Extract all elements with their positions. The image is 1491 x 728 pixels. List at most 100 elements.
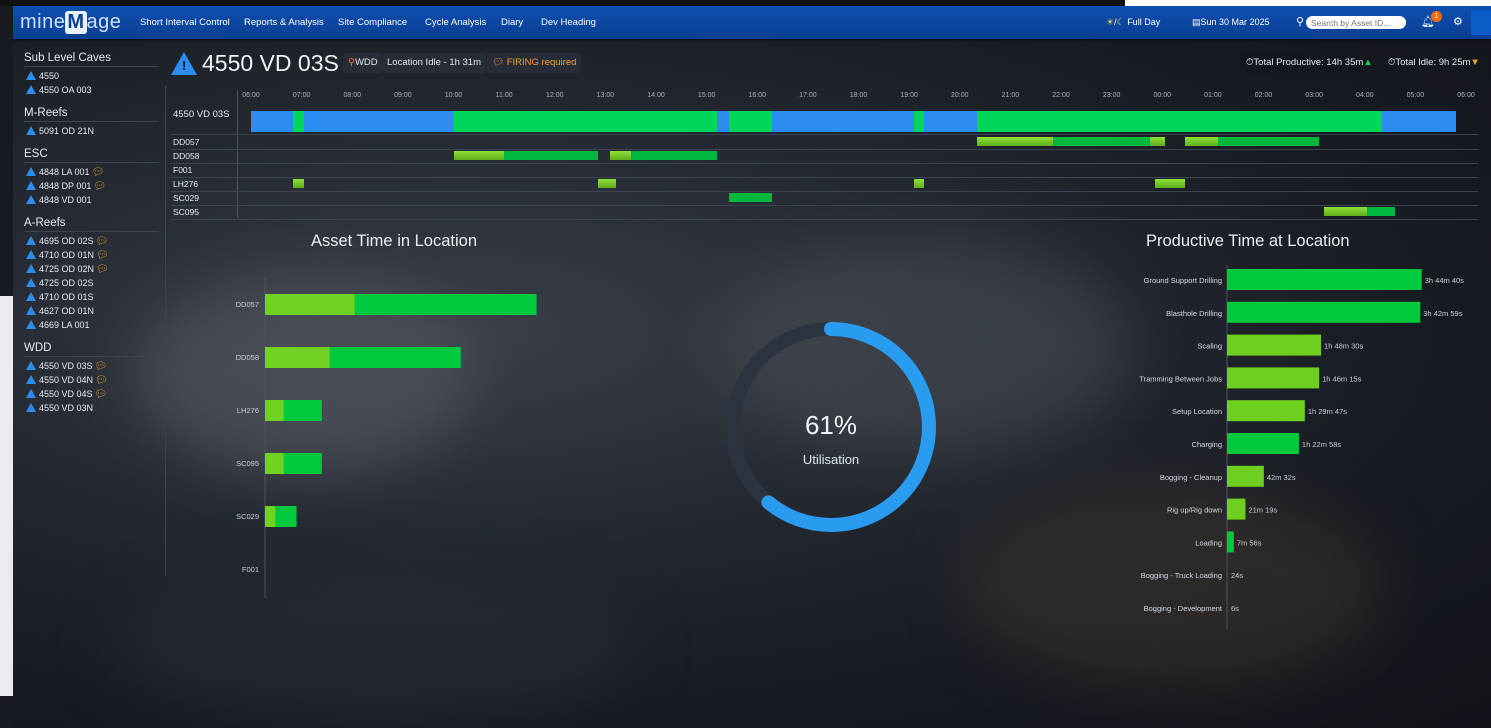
nav-short-interval-control[interactable]: Short Interval Control <box>140 17 230 28</box>
gantt-segment[interactable] <box>1367 207 1396 216</box>
gantt-segment[interactable] <box>772 111 915 132</box>
time-tick-label: 20:00 <box>950 92 969 99</box>
nav-cycle-analysis[interactable]: Cycle Analysis <box>425 17 486 28</box>
gantt-segment[interactable] <box>453 111 717 132</box>
activity-bar[interactable] <box>1227 367 1320 389</box>
sidebar-item[interactable]: 4669 LA 001 <box>26 318 163 332</box>
activity-bar[interactable] <box>1227 269 1422 290</box>
gantt-segment[interactable] <box>1185 137 1218 146</box>
app-logo[interactable]: mine Mage <box>20 11 121 34</box>
gantt-segment[interactable] <box>716 111 730 132</box>
gantt-segment[interactable] <box>630 151 717 160</box>
activity-bar[interactable] <box>1227 334 1322 356</box>
nav-dev-heading[interactable]: Dev Heading <box>541 17 596 28</box>
gantt-segment[interactable] <box>293 111 305 132</box>
warning-icon <box>26 181 36 190</box>
sidebar-item[interactable]: 4550 VD 04N 💬︎ <box>26 373 163 387</box>
gantt-segment[interactable] <box>977 137 1054 146</box>
sidebar-item-label: 4550 <box>39 71 60 81</box>
sidebar-item-label: 4848 DP 001 <box>39 181 92 191</box>
sidebar-item[interactable]: 4550 VD 04S 💬︎ <box>26 387 163 401</box>
sidebar-item[interactable]: 4550 OA 003 <box>26 83 163 97</box>
asset-category-label: DD057 <box>236 300 259 309</box>
firing-required-chip[interactable]: 💬︎ FIRING required <box>487 53 582 73</box>
settings-icon[interactable]: ⚙ <box>1453 15 1463 28</box>
gantt-segment[interactable] <box>729 111 773 132</box>
date-selector[interactable]: ▤Sun 30 Mar 2025 <box>1192 17 1270 28</box>
sidebar-item[interactable]: 4848 DP 001 💬︎ <box>26 179 163 193</box>
gantt-segment[interactable] <box>924 111 978 132</box>
activity-bar[interactable] <box>1227 498 1246 520</box>
time-tick-label: 03:00 <box>1305 92 1323 99</box>
sidebar-item[interactable]: 4550 VD 03S 💬︎ <box>26 359 163 373</box>
location-tag-chip[interactable]: ⚲WDD <box>343 53 383 73</box>
time-tick-label: 19:00 <box>900 92 918 99</box>
sidebar-item[interactable]: 4848 LA 001 💬︎ <box>26 165 163 179</box>
activity-bar[interactable] <box>1227 301 1421 323</box>
gantt-segment[interactable] <box>1217 137 1320 146</box>
gantt-segment[interactable] <box>597 179 616 188</box>
time-tick-label: 11:00 <box>495 92 513 99</box>
activity-value-label: 7m 56s <box>1237 538 1262 547</box>
warning-icon <box>26 126 36 135</box>
sidebar-item[interactable]: 4550 VD 03N <box>26 401 163 415</box>
gantt-segment[interactable] <box>1382 111 1456 132</box>
activity-value-label: 3h 42m 59s <box>1423 309 1462 318</box>
gantt-segment[interactable] <box>1154 179 1186 188</box>
sidebar-item[interactable]: 4710 OD 01N 💬︎ <box>26 248 163 262</box>
chat-icon: 💬︎ <box>94 361 108 372</box>
sidebar-item-label: 4669 LA 001 <box>39 320 90 330</box>
activity-bar[interactable] <box>1227 531 1234 553</box>
warning-icon <box>26 375 36 384</box>
time-tick-label: 01:00 <box>1204 92 1222 99</box>
gantt-row-label: DD058 <box>173 151 200 161</box>
gantt-row-label: SC095 <box>173 207 199 217</box>
shift-selector[interactable]: ☀/☾ Full Day <box>1106 17 1160 28</box>
gantt-segment[interactable] <box>453 151 505 160</box>
gantt-segment[interactable] <box>729 193 773 202</box>
nav-diary[interactable]: Diary <box>501 17 523 28</box>
gantt-segment[interactable] <box>914 111 925 132</box>
sidebar-item[interactable]: 4725 OD 02S <box>26 276 163 290</box>
sidebar-item[interactable]: 4695 OD 02S 💬︎ <box>26 234 163 248</box>
time-tick-label: 06:00 <box>242 92 260 99</box>
gantt-segment[interactable] <box>1324 207 1368 216</box>
search-input[interactable] <box>1306 16 1406 29</box>
gantt-row: LH276 <box>171 177 1478 192</box>
gantt-segment[interactable] <box>504 151 598 160</box>
time-tick-label: 07:00 <box>292 92 311 99</box>
sidebar-item[interactable]: 4725 OD 02N 💬︎ <box>26 262 163 276</box>
sidebar-item[interactable]: 4627 OD 01N <box>26 304 163 318</box>
activity-label: Charging <box>1192 440 1222 449</box>
activity-value-label: 1h 29m 47s <box>1308 407 1347 416</box>
nav-site-compliance[interactable]: Site Compliance <box>338 17 407 28</box>
gantt-segment[interactable] <box>293 179 305 188</box>
gantt-segment[interactable] <box>304 111 454 132</box>
activity-bar[interactable] <box>1227 400 1305 422</box>
gantt-segment[interactable] <box>914 179 925 188</box>
warning-icon <box>26 85 36 94</box>
gantt-segment[interactable] <box>1149 137 1165 146</box>
gantt-segment[interactable] <box>251 111 294 132</box>
gantt-segment[interactable] <box>977 111 1183 132</box>
warning-icon <box>26 236 36 245</box>
sidebar-item-label: 4710 OD 01S <box>39 292 94 302</box>
activity-label: Setup Location <box>1172 407 1222 416</box>
sidebar-item[interactable]: 4550 <box>26 69 163 83</box>
sidebar-item[interactable]: 4710 OD 01S <box>26 290 163 304</box>
sidebar-item-label: 5091 OD 21N <box>39 126 95 136</box>
gantt-segment[interactable] <box>1182 111 1383 132</box>
sidebar-item[interactable]: 4848 VD 001 <box>26 193 163 207</box>
activity-bar[interactable] <box>1227 433 1299 454</box>
gantt-segment[interactable] <box>1053 137 1150 146</box>
activity-bar[interactable] <box>1227 465 1264 487</box>
gantt-segment[interactable] <box>610 151 631 160</box>
asset-bar-segment <box>265 453 284 474</box>
background-window <box>0 6 13 728</box>
user-menu-button[interactable] <box>1471 10 1491 35</box>
time-tick-label: 15:00 <box>697 92 716 99</box>
chat-icon: 💬︎ <box>95 236 109 247</box>
sidebar-item[interactable]: 5091 OD 21N <box>26 124 163 138</box>
nav-reports-analysis[interactable]: Reports & Analysis <box>244 17 324 28</box>
time-tick-label: 23:00 <box>1102 92 1121 99</box>
